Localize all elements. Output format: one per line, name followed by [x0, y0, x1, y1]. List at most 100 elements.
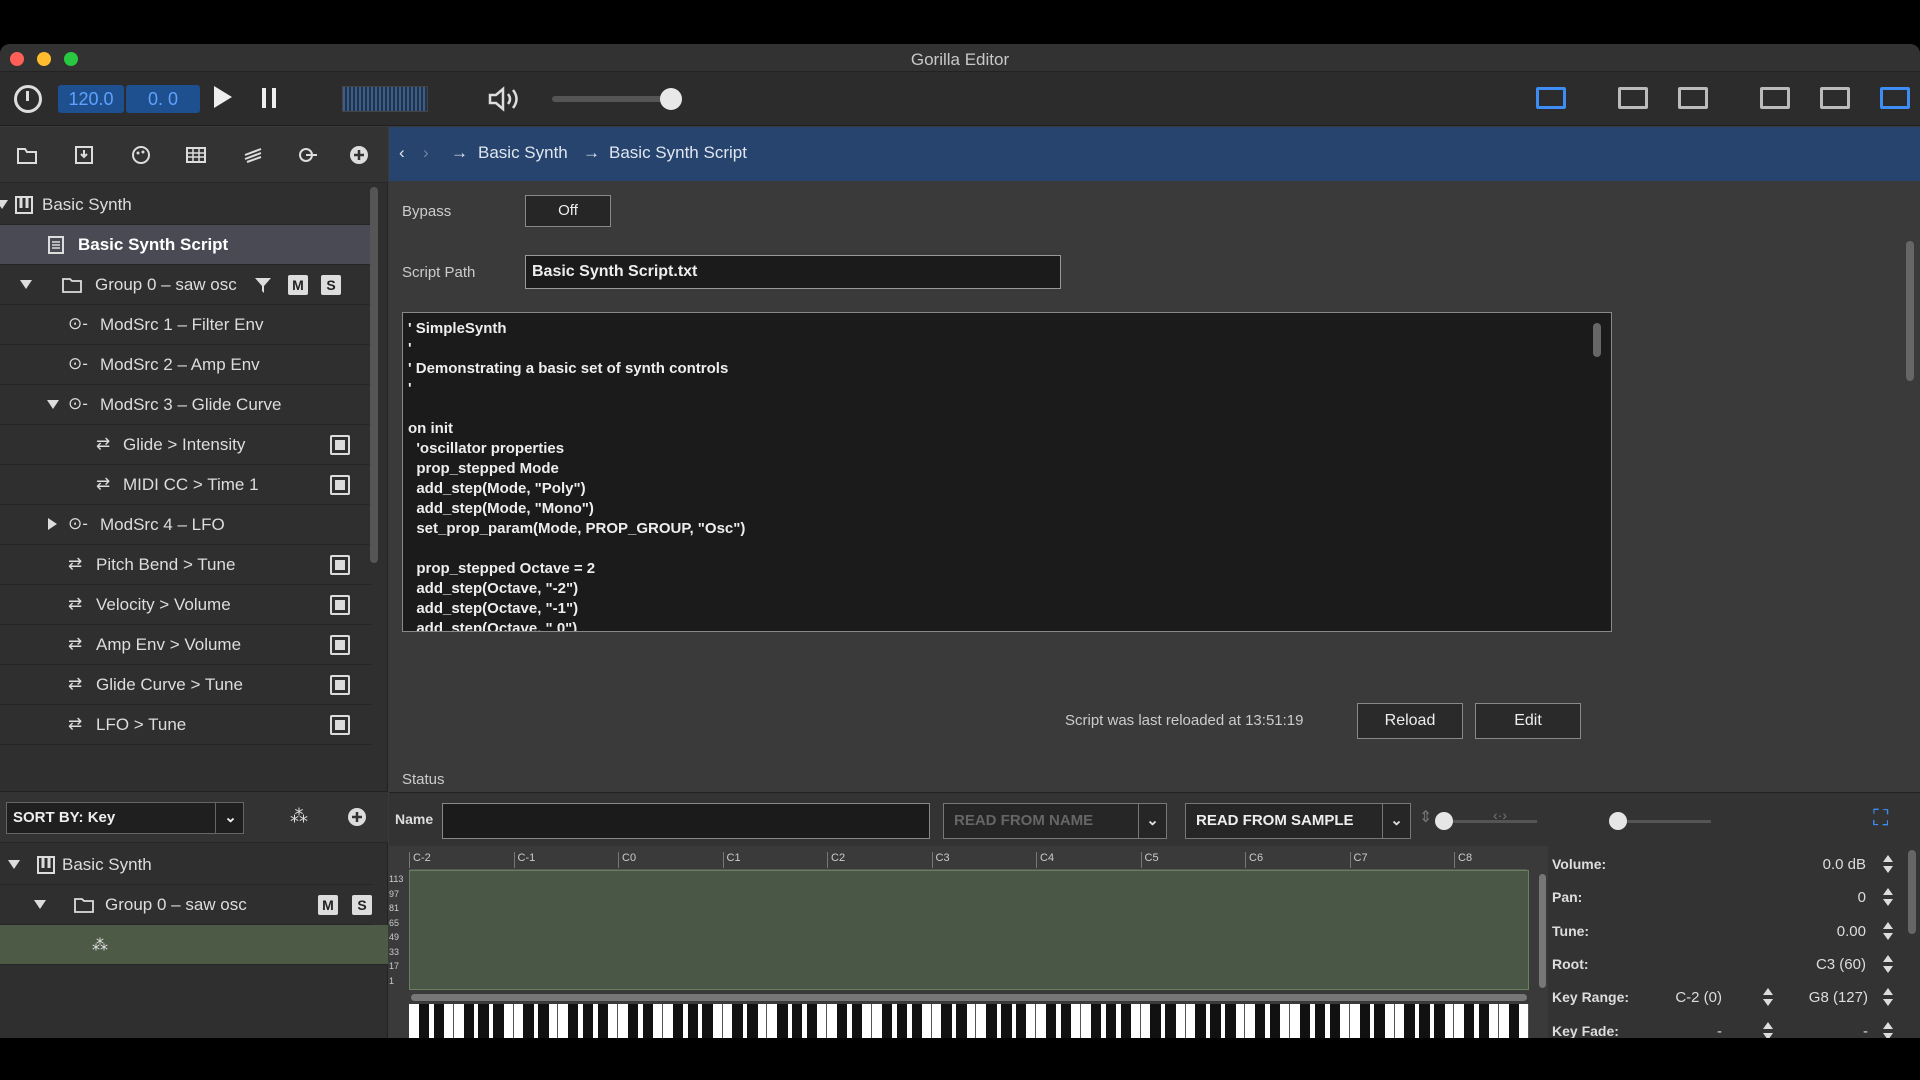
reload-button[interactable]: Reload	[1357, 703, 1463, 739]
enable-checkbox[interactable]	[330, 595, 350, 615]
piano-black-key[interactable]	[1254, 1004, 1266, 1038]
piano-black-key[interactable]	[463, 1004, 474, 1038]
enable-checkbox[interactable]	[330, 555, 350, 575]
tree-item-modsrc-1[interactable]: ⊙- ModSrc 1 – Filter Env	[0, 305, 372, 345]
mapping-zone[interactable]	[409, 870, 1529, 990]
piano-black-key[interactable]	[1478, 1004, 1490, 1038]
tree-item-pitch-bend-tune[interactable]: ⇄ Pitch Bend > Tune	[0, 545, 372, 585]
forward-icon[interactable]: ›	[423, 143, 429, 163]
piano-black-key[interactable]	[702, 1004, 713, 1038]
waveform-icon[interactable]: ⁂	[290, 806, 308, 827]
key-map-editor[interactable]: C-2 C-1 C0 C1 C2 C3 C4 C5 C6 C7 C8 113 97 81 65 49 33 17…	[389, 846, 1547, 1038]
piano-black-key[interactable]	[582, 1004, 594, 1038]
enable-checkbox[interactable]	[330, 635, 350, 655]
tree-item-basic-synth-script[interactable]: Basic Synth Script	[0, 225, 372, 265]
add-icon[interactable]	[348, 145, 370, 165]
play-icon[interactable]	[214, 86, 232, 108]
tree-item-glide-curve-tune[interactable]: ⇄ Glide Curve > Tune	[0, 665, 372, 705]
piano-black-key[interactable]	[1299, 1004, 1311, 1038]
piano-black-key[interactable]	[1464, 1004, 1475, 1038]
sort-select[interactable]: SORT BY: Key ⌄	[6, 802, 244, 834]
piano-black-key[interactable]	[568, 1004, 579, 1038]
piano-black-key[interactable]	[1195, 1004, 1206, 1038]
piano-black-key[interactable]	[956, 1004, 967, 1038]
clock-icon[interactable]	[14, 85, 42, 113]
tree-item-basic-synth[interactable]: Basic Synth	[0, 185, 372, 225]
piano-black-key[interactable]	[523, 1004, 534, 1038]
piano-black-key[interactable]	[1359, 1004, 1370, 1038]
expand-arrow-icon[interactable]	[20, 280, 32, 289]
pause-icon[interactable]	[262, 88, 276, 108]
palette-icon[interactable]	[130, 145, 152, 165]
properties-scrollbar[interactable]	[1908, 850, 1916, 934]
property-value[interactable]: 0.0 dB	[1748, 856, 1866, 873]
piano-black-key[interactable]	[881, 1004, 893, 1038]
piano-black-key[interactable]	[493, 1004, 504, 1038]
piano-black-key[interactable]	[1090, 1004, 1102, 1038]
piano-black-key[interactable]	[1329, 1004, 1341, 1038]
bypass-toggle-button[interactable]: Off	[525, 195, 611, 227]
property-value-min[interactable]: -	[1648, 1023, 1722, 1039]
stepper-icon[interactable]	[1882, 987, 1894, 1007]
piano-keyboard[interactable]	[409, 1004, 1529, 1038]
chevron-down-icon[interactable]: ⌄	[215, 803, 245, 833]
expand-arrow-icon[interactable]	[0, 200, 8, 209]
tree-item-lfo-tune[interactable]: ⇄ LFO > Tune	[0, 705, 372, 745]
tree-item-modsrc-2[interactable]: ⊙- ModSrc 2 – Amp Env	[0, 345, 372, 385]
layout-stacked-button[interactable]	[1880, 87, 1910, 109]
stepper-icon[interactable]	[1762, 987, 1774, 1007]
piano-black-key[interactable]	[1374, 1004, 1385, 1038]
stepper-icon[interactable]	[1882, 887, 1894, 907]
layout-split-vertical-button[interactable]	[1678, 87, 1708, 109]
chevron-down-icon[interactable]: ⌄	[1382, 804, 1410, 838]
piano-black-key[interactable]	[687, 1004, 698, 1038]
piano-black-key[interactable]	[1404, 1004, 1415, 1038]
fullscreen-icon[interactable]: ⛶	[1873, 805, 1888, 831]
piano-black-key[interactable]	[986, 1004, 997, 1038]
piano-black-key[interactable]	[1314, 1004, 1326, 1038]
chevron-down-icon[interactable]: ⌄	[1138, 804, 1166, 838]
tree-item-velocity-volume[interactable]: ⇄ Velocity > Volume	[0, 585, 372, 625]
property-value[interactable]: C3 (60)	[1748, 956, 1866, 973]
script-editor[interactable]: ' SimpleSynth ' ' Demonstrating a basic se…	[402, 312, 1612, 632]
tree-item-midi-cc-time[interactable]: ⇄ MIDI CC > Time 1	[0, 465, 372, 505]
sample-tree-item-sample[interactable]: ⁂	[0, 925, 388, 965]
piano-black-key[interactable]	[1105, 1004, 1117, 1038]
piano-black-key[interactable]	[792, 1004, 803, 1038]
tempo-field[interactable]: 120.0	[58, 85, 124, 113]
piano-black-key[interactable]	[1045, 1004, 1057, 1038]
property-value-max[interactable]: -	[1784, 1023, 1868, 1039]
property-value[interactable]: 0	[1748, 889, 1866, 906]
read-from-sample-select[interactable]: READ FROM SAMPLE ⌄	[1185, 803, 1411, 839]
property-value-max[interactable]: G8 (127)	[1784, 989, 1868, 1006]
breadcrumb-item-basic-synth-script[interactable]: Basic Synth Script	[609, 143, 747, 163]
mute-button[interactable]: M	[318, 895, 338, 915]
back-icon[interactable]: ‹	[399, 143, 405, 163]
position-field[interactable]: 0. 0	[126, 85, 200, 113]
piano-black-key[interactable]	[836, 1004, 848, 1038]
piano-black-key[interactable]	[851, 1004, 863, 1038]
piano-black-key[interactable]	[538, 1004, 549, 1038]
piano-black-key[interactable]	[672, 1004, 684, 1038]
layout-single-button[interactable]	[1618, 87, 1648, 109]
piano-black-key[interactable]	[1150, 1004, 1161, 1038]
editor-scrollbar[interactable]	[1593, 323, 1601, 357]
read-from-name-select[interactable]: READ FROM NAME ⌄	[943, 803, 1167, 839]
volume-slider-thumb[interactable]	[660, 88, 682, 110]
piano-black-key[interactable]	[911, 1004, 922, 1038]
table-icon[interactable]	[185, 145, 207, 165]
stepper-icon[interactable]	[1882, 854, 1894, 874]
piano-black-key[interactable]	[433, 1004, 445, 1038]
piano-black-key[interactable]	[1269, 1004, 1281, 1038]
piano-black-key[interactable]	[642, 1004, 654, 1038]
breadcrumb-item-basic-synth[interactable]: Basic Synth	[478, 143, 568, 163]
tree-item-group-0[interactable]: Group 0 – saw osc M S	[0, 265, 372, 305]
layers-icon[interactable]	[242, 145, 264, 165]
layout-sidebar-left-button[interactable]	[1536, 87, 1566, 109]
piano-black-key[interactable]	[1001, 1004, 1012, 1038]
piano-black-key[interactable]	[1165, 1004, 1176, 1038]
add-icon[interactable]	[346, 806, 368, 828]
enable-checkbox[interactable]	[330, 675, 350, 695]
layout-bottom-panel-button[interactable]	[1760, 87, 1790, 109]
piano-black-key[interactable]	[1210, 1004, 1221, 1038]
